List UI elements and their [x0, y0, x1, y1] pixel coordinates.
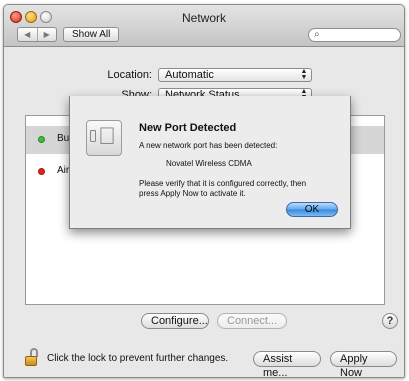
dialog-port-name: Novatel Wireless CDMA: [166, 159, 252, 168]
search-field[interactable]: ⌕: [308, 28, 401, 42]
assist-me-button[interactable]: Assist me...: [253, 351, 321, 377]
dialog-instruction-line1: Please verify that it is configured corr…: [139, 179, 307, 188]
back-arrow-icon[interactable]: ◀: [18, 28, 38, 41]
ok-button[interactable]: OK: [286, 202, 338, 217]
configure-button[interactable]: Configure...: [141, 313, 209, 329]
title-bar: Network ◀ ▶ Show All ⌕: [4, 5, 404, 47]
new-port-detected-sheet:  New Port Detected A new network port h…: [69, 96, 351, 229]
back-forward-control: ◀ ▶: [17, 27, 57, 42]
show-all-button[interactable]: Show All: [63, 27, 120, 42]
help-button[interactable]: ?: [382, 313, 398, 329]
dialog-instruction-line2: press Apply Now to activate it.: [139, 189, 246, 198]
lock-instruction: Click the lock to prevent further change…: [47, 353, 229, 364]
network-preferences-icon: : [84, 118, 124, 158]
location-popup[interactable]: Automatic ▲ ▼: [158, 68, 312, 82]
window-title: Network: [181, 11, 226, 25]
location-value: Automatic: [165, 69, 214, 81]
status-green-icon: [38, 136, 45, 143]
forward-arrow-icon[interactable]: ▶: [38, 28, 57, 41]
status-red-icon: [38, 168, 45, 175]
lock-icon[interactable]: [25, 348, 39, 366]
apple-logo-icon: : [98, 124, 116, 150]
popup-arrows-icon: ▲▼: [300, 68, 308, 81]
dialog-title: New Port Detected: [139, 122, 237, 134]
connect-button: Connect...: [217, 313, 287, 329]
apply-now-button[interactable]: Apply Now: [330, 351, 397, 377]
dialog-message: A new network port has been detected:: [139, 141, 278, 150]
location-label: Location:: [107, 69, 152, 81]
search-icon: ⌕: [314, 29, 320, 40]
